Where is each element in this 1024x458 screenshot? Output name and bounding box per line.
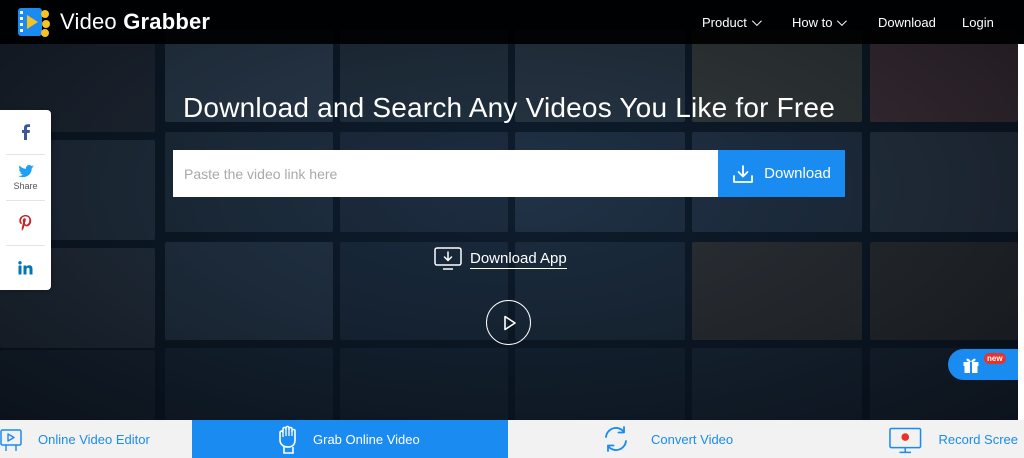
chevron-down-icon (837, 15, 848, 26)
video-grabber-logo-icon (16, 4, 52, 40)
desktop-download-icon (434, 247, 462, 270)
hero-overlay (0, 0, 1024, 420)
nav-download[interactable]: Download (878, 15, 936, 30)
video-editor-icon (0, 429, 22, 451)
nav-product[interactable]: Product (702, 14, 762, 30)
download-icon (733, 164, 754, 183)
feature-record-screen-label: Record Scree (938, 431, 1018, 447)
record-screen-icon (889, 427, 922, 454)
feature-online-video-editor[interactable]: Online Video Editor (0, 420, 192, 458)
fist-icon (279, 425, 296, 454)
feature-record-screen[interactable]: Record Scree (766, 420, 1018, 458)
nav-how-to[interactable]: How to (792, 14, 848, 30)
pinterest-icon (19, 215, 32, 231)
nav-how-to-label: How to (792, 14, 833, 30)
convert-icon (605, 426, 627, 452)
nav-login[interactable]: Login (962, 15, 994, 30)
share-linkedin[interactable] (0, 246, 51, 290)
share-pinterest[interactable] (0, 201, 51, 245)
twitter-icon (17, 164, 34, 177)
url-search-form: Download (173, 150, 845, 197)
share-facebook[interactable] (0, 110, 51, 154)
feature-bar: Online Video Editor Grab Online Video Co… (0, 420, 1024, 458)
facebook-icon (21, 124, 30, 140)
feature-grab-online-video-label: Grab Online Video (313, 431, 420, 447)
download-button-label: Download (764, 165, 831, 182)
page-title: Download and Search Any Videos You Like … (183, 92, 835, 123)
feature-online-video-editor-label: Online Video Editor (38, 431, 150, 447)
new-badge: new (984, 353, 1006, 364)
page-edge (1018, 44, 1024, 420)
social-share-sidebar: Share (0, 110, 51, 290)
gift-icon (963, 358, 979, 373)
gift-promo-button[interactable] (948, 349, 1018, 380)
logo[interactable]: Video Grabber (16, 4, 210, 40)
feature-convert-video-label: Convert Video (651, 431, 734, 447)
play-icon (503, 315, 516, 330)
feature-convert-video[interactable]: Convert Video (508, 420, 766, 458)
play-video-button[interactable] (486, 300, 531, 345)
nav-download-label: Download (878, 14, 936, 30)
download-button[interactable]: Download (718, 150, 845, 197)
share-label: Share (13, 180, 38, 191)
brand-name-light: Video (60, 9, 117, 34)
feature-grab-online-video[interactable]: Grab Online Video (192, 420, 508, 458)
brand-name-bold: Grabber (123, 9, 211, 34)
nav-product-label: Product (702, 14, 747, 30)
linkedin-icon (18, 261, 33, 275)
video-link-input[interactable] (173, 150, 718, 197)
top-navbar: Video Grabber Product How to Download Lo… (0, 0, 1024, 44)
brand-name: Video Grabber (60, 9, 210, 35)
download-app-link[interactable]: Download App (434, 247, 567, 271)
chevron-down-icon (751, 15, 762, 26)
share-twitter[interactable]: Share (0, 155, 51, 200)
nav-login-label: Login (962, 14, 994, 30)
download-app-label: Download App (470, 249, 567, 269)
